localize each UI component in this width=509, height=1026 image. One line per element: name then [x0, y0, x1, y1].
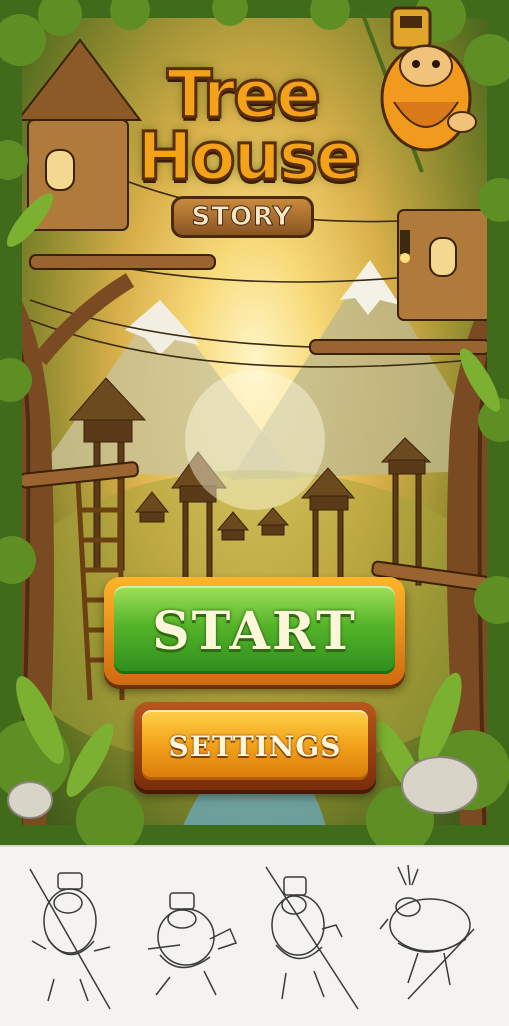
logo-word-story: STORY	[170, 196, 314, 238]
logo-word-house: House	[136, 118, 363, 195]
start-button-label: START	[152, 600, 357, 662]
game-logo: Tree House STORY	[95, 60, 425, 252]
character-sketch-strip	[0, 845, 509, 1026]
character-sketch-4	[379, 864, 475, 1000]
settings-button-label: SETTINGS	[168, 729, 342, 763]
start-button[interactable]: START	[104, 577, 405, 685]
character-sketch-1	[29, 868, 111, 1010]
settings-button[interactable]: SETTINGS	[134, 702, 376, 790]
character-sketch-3	[265, 866, 359, 1010]
character-sketch-2	[147, 892, 238, 996]
game-title-screen: Tree House STORY START SETTINGS	[0, 0, 509, 845]
